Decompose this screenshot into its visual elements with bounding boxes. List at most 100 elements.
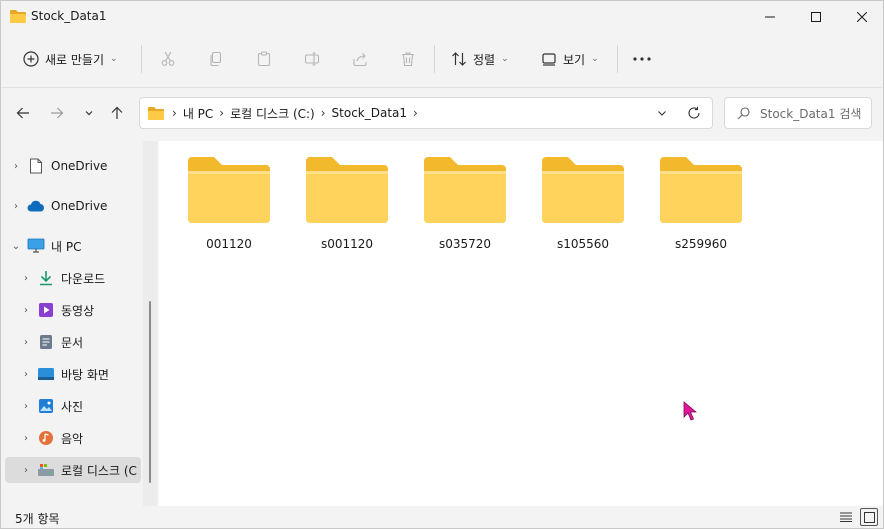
pictures-icon — [37, 397, 55, 415]
paste-icon — [257, 51, 271, 67]
chevron-right-icon[interactable]: › — [15, 433, 37, 444]
folder-item[interactable]: s105560 — [533, 155, 633, 267]
toolbar-divider — [617, 45, 618, 73]
toolbar-divider — [141, 45, 142, 73]
drive-icon — [37, 461, 55, 479]
sidebar-item-label: OneDrive — [51, 199, 108, 213]
chevron-right-icon[interactable]: › — [5, 201, 27, 212]
sidebar-item-pictures[interactable]: › 사진 — [15, 393, 159, 419]
breadcrumb-item[interactable]: 로컬 디스크 (C:) — [230, 105, 315, 122]
share-button[interactable] — [343, 43, 377, 75]
details-view-icon — [840, 512, 852, 522]
recent-locations-button[interactable] — [77, 101, 101, 125]
folder-icon — [424, 157, 506, 223]
folder-icon — [10, 10, 26, 23]
folder-item[interactable]: s001120 — [297, 155, 397, 267]
sidebar-item-desktop[interactable]: › 바탕 화면 — [15, 361, 159, 387]
sidebar-item-videos[interactable]: › 동영상 — [15, 297, 159, 323]
sidebar-item-onedrive[interactable]: › OneDrive — [5, 193, 155, 219]
folder-item[interactable]: s035720 — [415, 155, 515, 267]
refresh-button[interactable] — [680, 98, 708, 128]
computer-icon — [27, 237, 45, 255]
sidebar-item-documents[interactable]: › 문서 — [15, 329, 159, 355]
sidebar-item-onedrive-personal[interactable]: › OneDrive — [5, 153, 155, 179]
chevron-right-icon[interactable]: › — [15, 305, 37, 316]
chevron-right-icon[interactable]: › — [5, 161, 27, 172]
back-button[interactable] — [11, 101, 35, 125]
folder-item[interactable]: 001120 — [179, 155, 279, 267]
rename-button[interactable] — [295, 43, 329, 75]
sidebar-item-label: 음악 — [61, 431, 84, 446]
sidebar-item-music[interactable]: › 음악 — [15, 425, 159, 451]
search-placeholder: Stock_Data1 검색 — [760, 106, 862, 121]
documents-icon — [37, 333, 55, 351]
close-button[interactable] — [839, 1, 883, 33]
file-list-pane: 001120 s001120 s035720 s105560 s259960 — [159, 141, 883, 506]
minimize-button[interactable] — [747, 1, 793, 33]
copy-button[interactable] — [199, 43, 233, 75]
large-icons-view-button[interactable] — [860, 508, 878, 526]
chevron-down-icon[interactable]: ⌄ — [5, 241, 27, 252]
sort-button[interactable]: 정렬 ⌄ — [445, 43, 515, 75]
sidebar-item-label: 내 PC — [51, 239, 82, 254]
chevron-down-icon — [658, 111, 666, 116]
desktop-icon — [37, 365, 55, 383]
chevron-down-icon — [85, 111, 93, 116]
maximize-button[interactable] — [793, 1, 839, 33]
file-explorer-window: Stock_Data1 새로 만들기 ⌄ 정렬 ⌄ 보기 ⌄ › 내 PC › … — [0, 0, 884, 529]
large-icons-view-icon — [863, 511, 875, 523]
new-button[interactable]: 새로 만들기 ⌄ — [15, 43, 131, 75]
sidebar-item-label: 다운로드 — [61, 271, 106, 286]
command-bar: 새로 만들기 ⌄ 정렬 ⌄ 보기 ⌄ — [1, 37, 883, 83]
document-icon — [27, 157, 45, 175]
search-box[interactable]: Stock_Data1 검색 — [724, 97, 872, 129]
delete-button[interactable] — [391, 43, 425, 75]
minimize-icon — [765, 16, 775, 18]
sidebar-item-label: 문서 — [61, 335, 84, 350]
breadcrumb-item[interactable]: Stock_Data1 — [332, 106, 408, 120]
forward-button[interactable] — [45, 101, 69, 125]
up-button[interactable] — [105, 101, 129, 125]
arrow-left-icon — [16, 107, 29, 119]
rename-icon — [304, 52, 320, 66]
arrow-right-icon — [51, 107, 64, 119]
cloud-icon — [27, 197, 45, 215]
item-count: 5개 항목 — [15, 512, 60, 526]
more-options-button[interactable] — [625, 43, 659, 75]
breadcrumb-item[interactable]: 내 PC — [183, 105, 213, 122]
view-icon — [542, 53, 556, 66]
folder-name: 001120 — [206, 237, 252, 251]
sidebar-scrollbar-thumb[interactable] — [149, 301, 151, 483]
download-icon — [37, 269, 55, 287]
copy-icon — [210, 51, 222, 67]
paste-button[interactable] — [247, 43, 281, 75]
address-bar[interactable]: › 내 PC › 로컬 디스크 (C:) › Stock_Data1 › — [139, 97, 713, 129]
chevron-right-icon[interactable]: › — [15, 401, 37, 412]
chevron-right-icon[interactable]: › — [15, 369, 37, 380]
sidebar-item-downloads[interactable]: › 다운로드 — [15, 265, 159, 291]
address-history-button[interactable] — [648, 98, 676, 128]
search-icon — [737, 106, 750, 119]
video-icon — [37, 301, 55, 319]
close-icon — [857, 12, 867, 22]
chevron-right-icon[interactable]: › — [15, 337, 37, 348]
sidebar-item-label: OneDrive — [51, 159, 108, 173]
sidebar-item-this-pc[interactable]: ⌄ 내 PC — [5, 233, 155, 259]
details-view-button[interactable] — [837, 508, 855, 526]
chevron-right-icon[interactable]: › — [15, 465, 37, 476]
share-icon — [353, 53, 367, 67]
folder-item[interactable]: s259960 — [651, 155, 751, 267]
trash-icon — [402, 52, 414, 67]
status-bar: 5개 항목 — [1, 506, 883, 528]
view-button[interactable]: 보기 ⌄ — [535, 43, 605, 75]
title-bar: Stock_Data1 — [1, 1, 883, 33]
refresh-icon — [688, 106, 700, 119]
chevron-right-icon[interactable]: › — [15, 273, 37, 284]
sidebar-item-label: 바탕 화면 — [61, 367, 109, 382]
sidebar-item-local-disk[interactable]: › 로컬 디스크 (C — [5, 457, 141, 483]
folder-icon — [148, 107, 164, 120]
cut-button[interactable] — [151, 43, 185, 75]
navigation-row: › 내 PC › 로컬 디스크 (C:) › Stock_Data1 › Sto… — [1, 93, 883, 133]
chevron-down-icon: ⌄ — [591, 54, 599, 64]
sidebar-item-label: 사진 — [61, 399, 84, 414]
